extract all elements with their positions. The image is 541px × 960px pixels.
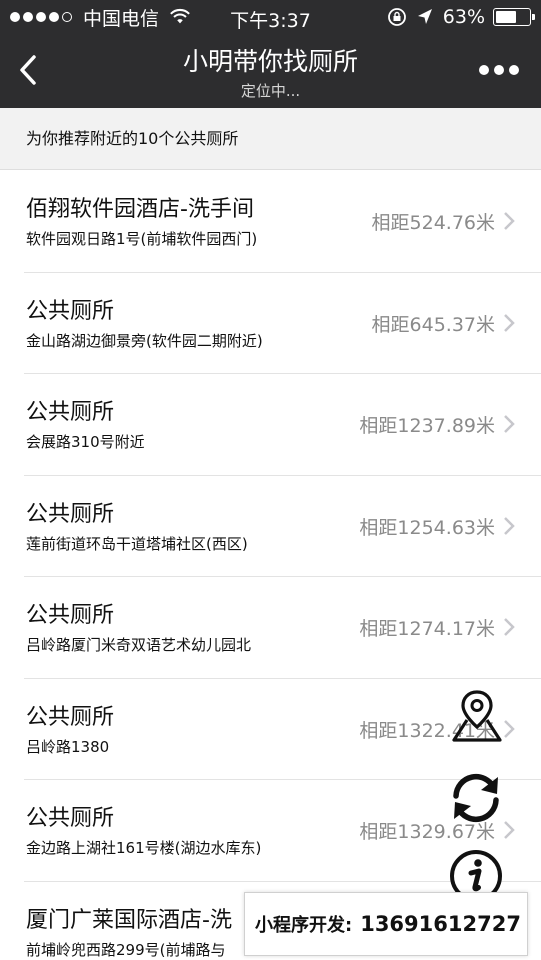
battery-icon	[493, 8, 535, 26]
list-item[interactable]: 公共厕所 会展路310号附近 相距1237.89米	[0, 374, 541, 476]
dev-phone: 13691612727	[360, 912, 521, 936]
item-address: 金山路湖边御景旁(软件园二期附近)	[26, 331, 263, 350]
item-address: 吕岭路1380	[26, 737, 110, 756]
list-item[interactable]: 公共厕所 吕岭路厦门米奇双语艺术幼儿园北 相距1274.17米	[0, 577, 541, 679]
more-options-icon[interactable]	[474, 65, 519, 75]
item-distance: 相距524.76米	[371, 212, 495, 234]
toilet-list: 佰翔软件园酒店-洗手间 软件园观日路1号(前埔软件园西门) 相距524.76米 …	[0, 171, 541, 960]
item-address: 会展路310号附近	[26, 433, 145, 451]
nav-bar: 小明带你找厕所 定位中...	[0, 34, 541, 108]
item-distance: 相距645.37米	[371, 313, 495, 336]
item-name: 公共厕所	[26, 603, 115, 628]
refresh-icon[interactable]	[448, 770, 504, 826]
location-status: 定位中...	[240, 82, 301, 100]
map-pin-icon[interactable]	[449, 688, 505, 744]
chevron-right-icon	[504, 212, 515, 230]
chevron-right-icon	[504, 618, 515, 636]
dev-label: 小程序开发:	[255, 915, 353, 936]
item-address: 吕岭路厦门米奇双语艺术幼儿园北	[26, 636, 252, 654]
item-distance: 相距1237.89米	[359, 415, 495, 437]
page-title: 小明带你找厕所	[182, 47, 358, 76]
rotation-lock-icon	[387, 8, 406, 26]
developer-contact-banner: 小程序开发: 13691612727	[244, 892, 528, 956]
battery-percent: 63%	[442, 6, 485, 28]
item-address: 前埔岭兜西路299号(前埔路与	[26, 940, 226, 959]
list-item[interactable]: 佰翔软件园酒店-洗手间 软件园观日路1号(前埔软件园西门) 相距524.76米	[0, 171, 541, 273]
status-right: 63%	[387, 6, 535, 28]
item-address: 莲前街道环岛干道塔埔社区(西区)	[26, 534, 248, 553]
recommend-tip: 为你推荐附近的10个公共厕所	[0, 108, 541, 170]
status-bar: 中国电信 下午3:37 63%	[0, 0, 541, 34]
item-address: 软件园观日路1号(前埔软件园西门)	[26, 230, 258, 248]
list-item[interactable]: 公共厕所 金山路湖边御景旁(软件园二期附近) 相距645.37米	[0, 273, 541, 375]
item-distance: 相距1254.63米	[359, 516, 495, 539]
item-name: 公共厕所	[26, 704, 115, 730]
item-address: 金边路上湖社161号楼(湖边水库东)	[26, 839, 262, 857]
chevron-right-icon	[504, 313, 515, 332]
item-name: 公共厕所	[26, 806, 115, 831]
item-name: 佰翔软件园酒店-洗手间	[26, 197, 254, 222]
chevron-right-icon	[504, 821, 515, 839]
item-distance: 相距1274.17米	[359, 618, 495, 640]
location-arrow-icon	[417, 9, 432, 24]
item-name: 厦门广莱国际酒店-洗	[26, 907, 232, 933]
item-name: 公共厕所	[26, 298, 115, 324]
list-item[interactable]: 公共厕所 莲前街道环岛干道塔埔社区(西区) 相距1254.63米	[0, 476, 541, 578]
chevron-right-icon	[504, 516, 515, 535]
chevron-right-icon	[504, 415, 515, 433]
item-name: 公共厕所	[26, 400, 115, 425]
item-name: 公共厕所	[26, 501, 115, 527]
